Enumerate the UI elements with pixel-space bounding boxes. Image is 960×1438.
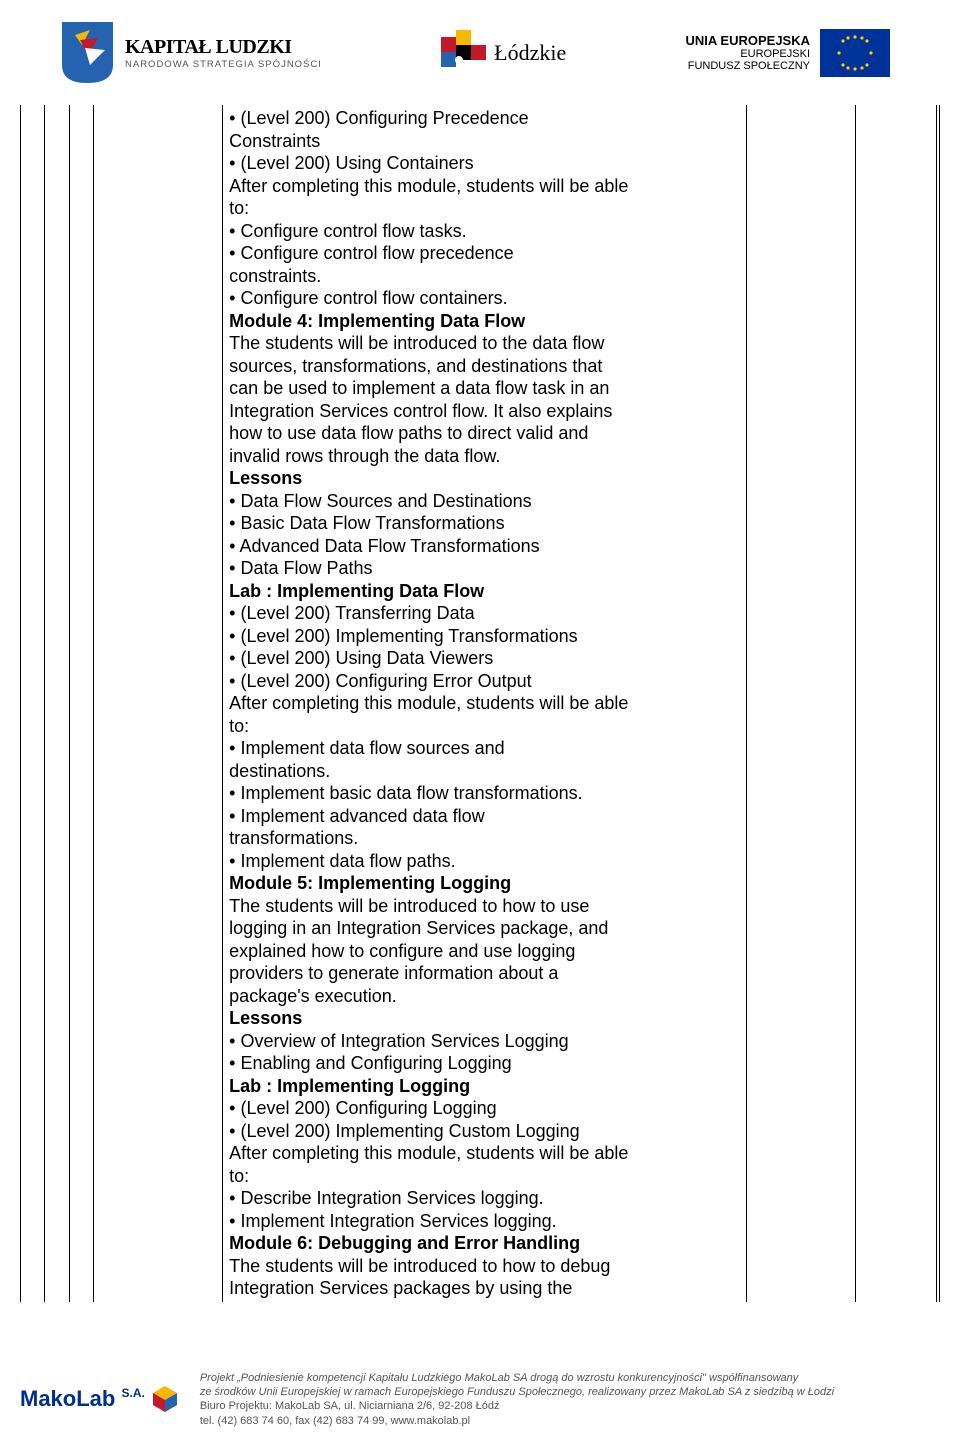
text-line: • Configure control flow tasks. [229, 220, 737, 243]
col-narrow-1 [746, 105, 856, 1302]
eu-flag-icon [820, 29, 890, 77]
eu-logo: UNIA EUROPEJSKA EUROPEJSKI FUNDUSZ SPOŁE… [686, 29, 890, 77]
text-line: package's execution. [229, 985, 737, 1008]
text-line: • Implement Integration Services logging… [229, 1210, 737, 1233]
lodzkie-icon [441, 30, 486, 75]
lodzkie-label: Łódzkie [494, 40, 566, 66]
cube-icon [150, 1384, 180, 1414]
content-table: • (Level 200) Configuring Precedence Con… [20, 105, 940, 1302]
text-line: destinations. [229, 760, 737, 783]
module-5-title: Module 5: Implementing Logging [229, 872, 737, 895]
eu-line2: EUROPEJSKI [686, 48, 810, 60]
text-line: After completing this module, students w… [229, 692, 737, 715]
text-line: • (Level 200) Using Data Viewers [229, 647, 737, 670]
col-narrow-2 [856, 105, 937, 1302]
text-line: providers to generate information about … [229, 962, 737, 985]
text-line: transformations. [229, 827, 737, 850]
col-spacer-4 [94, 105, 223, 1302]
col-spacer-1 [21, 105, 45, 1302]
text-line: can be used to implement a data flow tas… [229, 377, 737, 400]
shield-icon [60, 20, 115, 85]
text-line: • Basic Data Flow Transformations [229, 512, 737, 535]
eu-line3: FUNDUSZ SPOŁECZNY [686, 60, 810, 72]
text-line: • (Level 200) Configuring Logging [229, 1097, 737, 1120]
text-line: • Configure control flow precedence [229, 242, 737, 265]
col-spacer-3 [69, 105, 93, 1302]
eu-line1: UNIA EUROPEJSKA [686, 33, 810, 48]
text-line: • Overview of Integration Services Loggi… [229, 1030, 737, 1053]
footer: MakoLab S.A. Projekt „Podniesienie kompe… [20, 1371, 940, 1428]
text-line: • Describe Integration Services logging. [229, 1187, 737, 1210]
text-line: to: [229, 197, 737, 220]
text-line: sources, transformations, and destinatio… [229, 355, 737, 378]
makolab-brand: MakoLab S.A. [20, 1386, 145, 1412]
main-content-cell: • (Level 200) Configuring Precedence Con… [223, 105, 746, 1302]
text-line: • Data Flow Sources and Destinations [229, 490, 737, 513]
text-line: • Enabling and Configuring Logging [229, 1052, 737, 1075]
col-narrow-3 [937, 105, 940, 1302]
text-line: The students will be introduced to how t… [229, 895, 737, 918]
text-line: • (Level 200) Configuring Precedence [229, 107, 737, 130]
footer-line: Biuro Projektu: MakoLab SA, ul. Niciarni… [200, 1399, 940, 1413]
text-line: how to use data flow paths to direct val… [229, 422, 737, 445]
makolab-brand-suffix: S.A. [121, 1386, 144, 1400]
text-line: • (Level 200) Using Containers [229, 152, 737, 175]
text-line: • (Level 200) Implementing Transformatio… [229, 625, 737, 648]
footer-line: ze środków Unii Europejskiej w ramach Eu… [200, 1385, 940, 1399]
text-line: • Advanced Data Flow Transformations [229, 535, 737, 558]
kapital-subtitle: NARODOWA STRATEGIA SPÓJNOŚCI [125, 59, 322, 70]
text-line: to: [229, 715, 737, 738]
text-line: invalid rows through the data flow. [229, 445, 737, 468]
text-line: After completing this module, students w… [229, 1142, 737, 1165]
text-line: • Data Flow Paths [229, 557, 737, 580]
text-line: • Implement basic data flow transformati… [229, 782, 737, 805]
text-line: • (Level 200) Implementing Custom Loggin… [229, 1120, 737, 1143]
text-line: to: [229, 1165, 737, 1188]
makolab-brand-name: MakoLab [20, 1386, 115, 1411]
footer-text: Projekt „Podniesienie kompetencji Kapita… [200, 1371, 940, 1428]
module-4-title: Module 4: Implementing Data Flow [229, 310, 737, 333]
lessons-heading: Lessons [229, 467, 737, 490]
lab-heading: Lab : Implementing Data Flow [229, 580, 737, 603]
text-line: constraints. [229, 265, 737, 288]
lab-heading: Lab : Implementing Logging [229, 1075, 737, 1098]
text-line: Integration Services control flow. It al… [229, 400, 737, 423]
footer-line: tel. (42) 683 74 60, fax (42) 683 74 99,… [200, 1414, 940, 1428]
text-line: • Implement advanced data flow [229, 805, 737, 828]
text-line: • Configure control flow containers. [229, 287, 737, 310]
text-line: logging in an Integration Services packa… [229, 917, 737, 940]
kapital-title: KAPITAŁ LUDZKI [125, 35, 322, 59]
text-line: The students will be introduced to how t… [229, 1255, 737, 1278]
text-line: explained how to configure and use loggi… [229, 940, 737, 963]
lodzkie-logo: Łódzkie [441, 30, 566, 75]
text-line: • Implement data flow paths. [229, 850, 737, 873]
text-line: The students will be introduced to the d… [229, 332, 737, 355]
header-logos: KAPITAŁ LUDZKI NARODOWA STRATEGIA SPÓJNO… [20, 20, 940, 100]
text-line: After completing this module, students w… [229, 175, 737, 198]
module-6-title: Module 6: Debugging and Error Handling [229, 1232, 737, 1255]
text-line: Constraints [229, 130, 737, 153]
col-spacer-2 [45, 105, 69, 1302]
text-line: • (Level 200) Configuring Error Output [229, 670, 737, 693]
text-line: • Implement data flow sources and [229, 737, 737, 760]
kapital-ludzki-logo: KAPITAŁ LUDZKI NARODOWA STRATEGIA SPÓJNO… [60, 20, 322, 85]
footer-line: Projekt „Podniesienie kompetencji Kapita… [200, 1371, 940, 1385]
lessons-heading: Lessons [229, 1007, 737, 1030]
text-line: • (Level 200) Transferring Data [229, 602, 737, 625]
text-line: Integration Services packages by using t… [229, 1277, 737, 1300]
